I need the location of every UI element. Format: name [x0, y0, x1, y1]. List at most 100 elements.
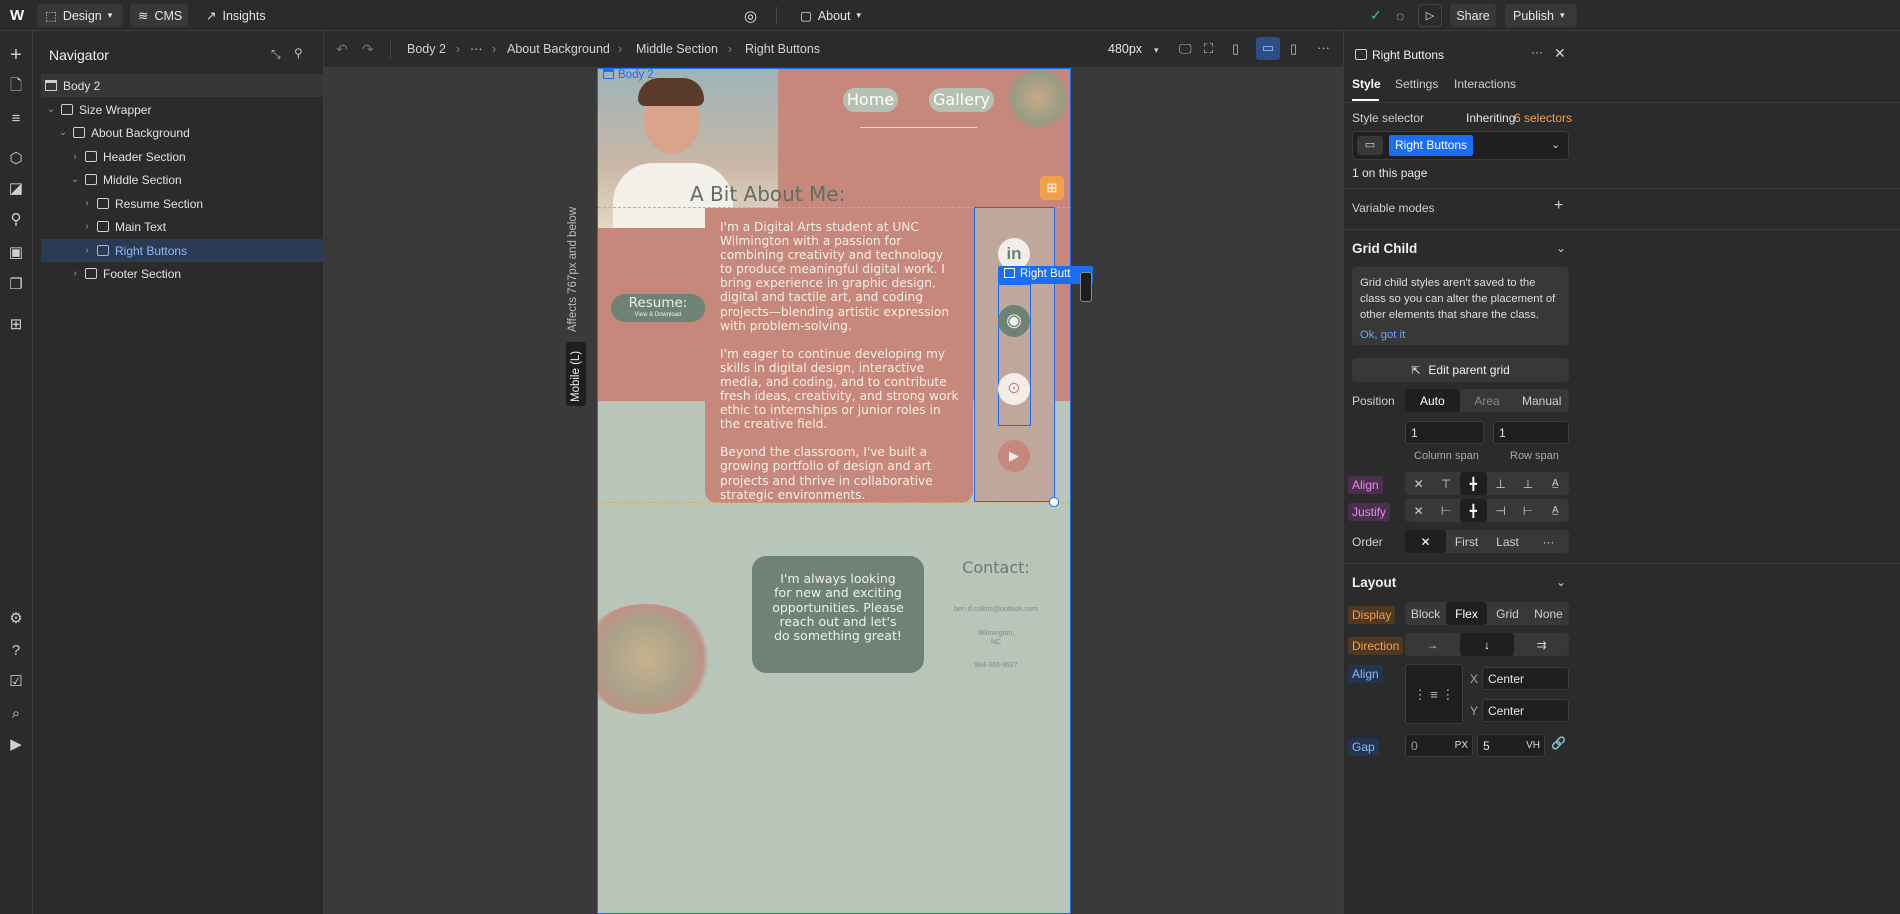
order-none-icon[interactable]: ✕ — [1405, 530, 1446, 553]
chevron-down-icon[interactable]: ▾ — [1154, 45, 1159, 56]
body-tag[interactable]: Body 2 — [603, 69, 654, 81]
chevron-down-icon[interactable]: ⌄ — [57, 127, 69, 138]
tree-item-size-wrapper[interactable]: ⌄ Size Wrapper — [41, 98, 323, 121]
direction-column-icon[interactable]: ↓ — [1459, 633, 1515, 656]
lock-icon[interactable]: 🔗 — [1551, 736, 1566, 750]
component-badge-icon[interactable]: ⊞ — [1040, 176, 1064, 200]
undo-icon[interactable]: ↶ — [336, 41, 348, 58]
direction-row-icon[interactable]: → — [1405, 633, 1460, 656]
justify-start-icon[interactable]: ⊢ — [1432, 499, 1459, 522]
align-end-icon[interactable]: ⊥ — [1487, 472, 1514, 495]
mobile-portrait-icon[interactable]: ▯ — [1290, 41, 1297, 57]
order-first[interactable]: First — [1446, 530, 1487, 553]
canvas-width[interactable]: 480px — [1108, 42, 1142, 56]
gap-input-2[interactable]: 5 VH — [1477, 734, 1545, 757]
design-mode-button[interactable]: ⬚ Design ▾ — [37, 4, 123, 27]
tab-interactions[interactable]: Interactions — [1454, 77, 1516, 91]
position-auto[interactable]: Auto — [1405, 389, 1460, 412]
more-options-icon[interactable]: ··· — [1317, 40, 1330, 55]
search-icon[interactable]: ⌕ — [5, 702, 27, 724]
gap-input-1[interactable]: 0 PX — [1405, 734, 1473, 757]
align-y-select[interactable]: Center — [1482, 699, 1569, 722]
nav-home-link[interactable]: Home — [843, 88, 898, 112]
redo-icon[interactable]: ↷ — [362, 41, 374, 58]
chevron-down-icon[interactable]: ⌄ — [45, 104, 57, 115]
tab-style[interactable]: Style — [1352, 77, 1381, 91]
column-span-input[interactable]: 1 — [1405, 421, 1484, 444]
tab-settings[interactable]: Settings — [1395, 77, 1438, 91]
collapse-icon[interactable]: ⤡ — [271, 47, 281, 62]
tree-item-main-text[interactable]: › Main Text — [41, 215, 323, 238]
justify-end-icon[interactable]: ⊣ — [1487, 499, 1514, 522]
globe-icon[interactable]: ◎ — [736, 4, 760, 27]
chevron-right-icon[interactable]: › — [81, 221, 93, 232]
youtube-icon[interactable]: ▶ — [998, 440, 1030, 472]
help-icon[interactable]: ? — [5, 639, 27, 661]
video-icon[interactable]: ▶ — [5, 733, 27, 755]
chevron-right-icon[interactable]: › — [81, 198, 93, 209]
comment-icon[interactable]: ◌ — [1388, 4, 1412, 27]
layout-title[interactable]: Layout — [1352, 575, 1396, 590]
instagram-icon[interactable]: ◉ — [998, 305, 1030, 337]
align-stretch-icon[interactable]: ⊥ — [1514, 472, 1541, 495]
breadcrumb-ellipsis[interactable]: ··· — [470, 42, 483, 56]
align-start-icon[interactable]: ⊤ — [1432, 472, 1459, 495]
webflow-logo-icon[interactable]: W — [2, 4, 32, 27]
chevron-down-icon[interactable]: ⌄ — [69, 174, 81, 185]
contact-email[interactable]: ben.d.collins@outlook.com — [928, 606, 1064, 613]
breadcrumb-item[interactable]: Right Buttons — [745, 42, 820, 56]
selected-element-tag[interactable]: Right Butt — [998, 266, 1093, 284]
position-area[interactable]: Area — [1460, 389, 1515, 412]
inheriting-selectors-link[interactable]: 6 selectors — [1514, 111, 1572, 125]
tree-item-footer-section[interactable]: › Footer Section — [41, 262, 323, 285]
pin-icon[interactable]: ⚲ — [294, 46, 303, 60]
desktop-icon[interactable]: 🖵 — [1179, 41, 1192, 57]
justify-center-icon[interactable]: ╋ — [1459, 499, 1487, 522]
chevron-down-icon[interactable]: ⌄ — [1556, 575, 1566, 589]
grid-child-title[interactable]: Grid Child — [1352, 241, 1417, 256]
breadcrumb-item[interactable]: Middle Section — [636, 42, 718, 56]
display-none[interactable]: None — [1528, 602, 1569, 625]
nav-gallery-link[interactable]: Gallery — [929, 88, 994, 112]
page-selector[interactable]: ▢ About ▾ — [792, 4, 869, 27]
components-icon[interactable]: ⬡ — [5, 147, 27, 169]
tree-item-body-2[interactable]: Body 2 — [41, 74, 323, 97]
assets-icon[interactable]: ▣ — [5, 241, 27, 263]
resize-handle[interactable] — [1049, 497, 1059, 507]
breadcrumb-item[interactable]: Body 2 — [407, 42, 446, 56]
navigator-icon[interactable]: ≡ — [5, 107, 27, 129]
library-icon[interactable]: ❐ — [5, 273, 27, 295]
check-icon[interactable]: ✓ — [1362, 4, 1390, 27]
chevron-right-icon[interactable]: › — [69, 268, 81, 279]
publish-button[interactable]: Publish ▾ — [1505, 4, 1577, 27]
resume-button[interactable]: Resume: View & Download — [611, 294, 705, 322]
breadcrumb-item[interactable]: About Background — [507, 42, 610, 56]
settings-gear-icon[interactable]: ⚙ — [5, 607, 27, 629]
direction-wrap-icon[interactable]: ⇉ — [1514, 633, 1569, 656]
apps-icon[interactable]: ⊞ — [5, 313, 27, 335]
preview-play-icon[interactable]: ▷ — [1418, 4, 1442, 27]
pages-icon[interactable]: 🗋 — [5, 76, 27, 98]
justify-none-icon[interactable]: ✕ — [1405, 499, 1432, 522]
display-block[interactable]: Block — [1405, 602, 1446, 625]
justify-baseline-icon[interactable]: A̲ — [1542, 499, 1569, 522]
share-button[interactable]: Share — [1450, 4, 1496, 27]
ok-got-it-link[interactable]: Ok, got it — [1360, 327, 1561, 343]
chevron-down-icon[interactable]: ⌄ — [1551, 138, 1560, 151]
chevron-right-icon[interactable]: › — [81, 245, 93, 256]
site-preview[interactable]: Home Gallery A Bit About Me: ⊞ Resume: V… — [598, 68, 1070, 914]
tree-item-about-background[interactable]: ⌄ About Background — [41, 121, 323, 144]
insights-button[interactable]: ↗ Insights — [198, 4, 274, 27]
audit-checkbox-icon[interactable]: ☑ — [5, 670, 27, 692]
alignment-grid-picker[interactable]: ⋮ ≡ ⋮ — [1405, 664, 1463, 724]
tree-item-resume-section[interactable]: › Resume Section — [41, 192, 323, 215]
tree-item-right-buttons[interactable]: › Right Buttons — [41, 239, 323, 262]
add-icon[interactable]: + — [1554, 197, 1563, 215]
desktop-wide-icon[interactable]: ⛶ — [1204, 41, 1213, 57]
display-grid[interactable]: Grid — [1487, 602, 1528, 625]
add-icon[interactable]: + — [5, 44, 27, 66]
more-options-icon[interactable]: ··· — [1528, 530, 1569, 553]
more-options-icon[interactable]: ··· — [1531, 45, 1543, 59]
align-baseline-icon[interactable]: A̲ — [1542, 472, 1569, 495]
gap-unit-1[interactable]: PX — [1455, 740, 1468, 751]
